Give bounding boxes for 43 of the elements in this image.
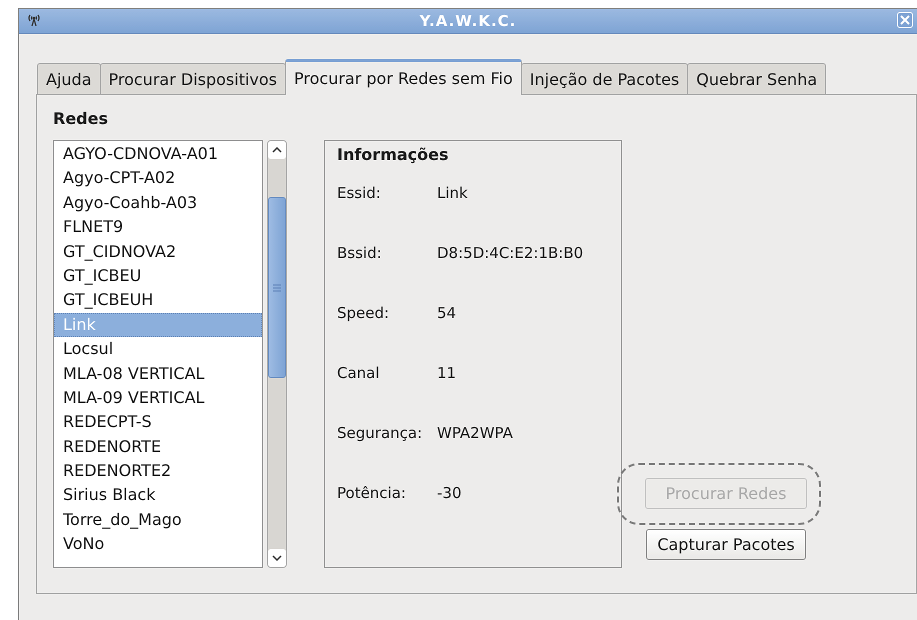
- close-icon: [900, 15, 910, 25]
- network-item[interactable]: Agyo-CPT-A02: [54, 166, 262, 191]
- field-label: Potência:: [337, 484, 407, 504]
- field-value: 54: [437, 304, 458, 324]
- network-item[interactable]: GT_ICBEU: [54, 264, 262, 288]
- field-label: Canal: [337, 364, 381, 384]
- antenna-icon: [27, 13, 41, 27]
- field-value: 11: [437, 364, 458, 384]
- network-item[interactable]: REDENORTE: [54, 434, 262, 460]
- network-item[interactable]: REDECPT-S: [54, 410, 262, 435]
- tab[interactable]: Procurar por Redes sem Fio: [285, 59, 522, 95]
- tab[interactable]: Quebrar Senha: [687, 63, 826, 94]
- network-item[interactable]: MLA-09 VERTICAL: [54, 386, 262, 410]
- window-title: Y.A.W.K.C.: [420, 12, 516, 30]
- scrollbar[interactable]: [267, 140, 287, 568]
- scrollbar-thumb[interactable]: [268, 197, 286, 378]
- network-item[interactable]: FLNET9: [54, 215, 262, 240]
- field-label: Segurança:: [337, 424, 424, 444]
- field-label: Bssid:: [337, 244, 383, 264]
- network-item[interactable]: VoNo: [54, 532, 262, 557]
- field-label: Speed:: [337, 304, 390, 324]
- field-value: D8:5D:4C:E2:1B:B0: [437, 244, 584, 264]
- field-value: -30: [437, 484, 462, 504]
- network-item[interactable]: Sirius Black: [54, 483, 262, 508]
- network-item[interactable]: REDENORTE2: [54, 459, 262, 484]
- field-label: Essid:: [337, 184, 382, 204]
- action-button[interactable]: Capturar Pacotes: [646, 529, 806, 560]
- network-item[interactable]: Agyo-Coahb-A03: [54, 190, 262, 216]
- network-item[interactable]: Torre_do_Mago: [54, 508, 262, 532]
- close-button[interactable]: [897, 12, 913, 28]
- network-item[interactable]: AGYO-CDNOVA-A01: [54, 142, 262, 166]
- field-value: WPA2WPA: [437, 424, 514, 444]
- network-item[interactable]: MLA-08 VERTICAL: [54, 362, 262, 386]
- network-item[interactable]: GT_ICBEUH: [54, 288, 262, 313]
- grip-icon: [273, 284, 281, 292]
- tab[interactable]: Injeção de Pacotes: [520, 63, 688, 94]
- tab[interactable]: Ajuda: [37, 63, 100, 94]
- tab[interactable]: Procurar Dispositivos: [100, 63, 286, 94]
- network-item[interactable]: GT_CIDNOVA2: [54, 240, 262, 264]
- info-title: Informações: [337, 145, 450, 164]
- network-item[interactable]: Locsul: [54, 337, 262, 362]
- field-value: Link: [437, 184, 469, 204]
- section-heading: Redes: [53, 109, 109, 128]
